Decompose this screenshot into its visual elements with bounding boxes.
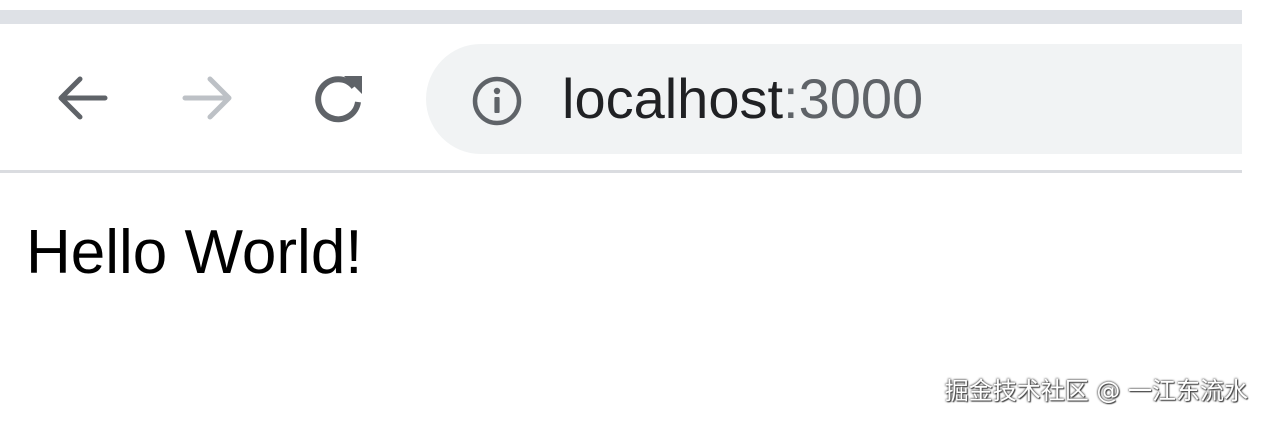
info-circle-icon[interactable] [470,74,524,128]
browser-window: localhost:3000 Hello World! 掘金技术社区 @ 一江东… [0,0,1264,422]
arrow-left-icon [58,76,108,120]
arrow-right-icon [182,76,232,120]
url-host: localhost [562,67,784,130]
reload-icon [315,76,362,123]
reload-button[interactable] [306,66,370,130]
watermark-text: 掘金技术社区 @ 一江东流水 [944,377,1248,405]
url-text[interactable]: localhost:3000 [562,62,923,136]
forward-button[interactable] [176,66,240,130]
tab-strip [0,10,1242,24]
address-bar[interactable]: localhost:3000 [426,44,1242,154]
back-button[interactable] [50,66,114,130]
url-port: :3000 [783,67,924,130]
page-body-text: Hello World! [26,218,363,287]
